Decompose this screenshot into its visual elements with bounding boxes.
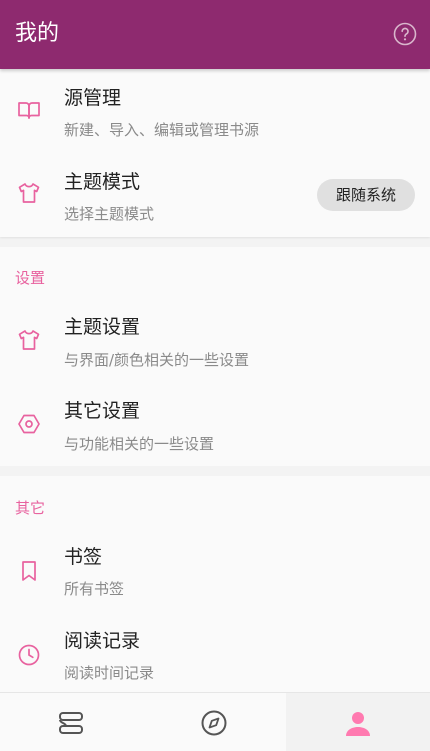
item-subtitle: 与功能相关的一些设置: [64, 435, 215, 453]
item-subtitle: 所有书签: [64, 580, 125, 598]
list-item-source-manage[interactable]: 源管理 新建、导入、编辑或管理书源: [0, 69, 430, 151]
list-item-theme-settings[interactable]: 主题设置 与界面/颜色相关的一些设置: [0, 300, 430, 382]
list-item-bookmarks[interactable]: 书签 所有书签: [0, 529, 430, 611]
item-subtitle: 选择主题模式: [64, 205, 155, 223]
item-subtitle: 新建、导入、编辑或管理书源: [64, 121, 260, 139]
section-main: 源管理 新建、导入、编辑或管理书源 主题模式 选择主题模式 跟随系统: [0, 69, 430, 237]
nav-mine[interactable]: [286, 693, 430, 751]
bookshelf-icon: [59, 712, 83, 734]
compass-icon: [201, 710, 227, 736]
section-header: 其它: [15, 499, 46, 517]
theme-mode-chip[interactable]: 跟随系统: [317, 179, 415, 211]
item-title: 源管理: [64, 87, 122, 109]
list-item-other-settings[interactable]: 其它设置 与功能相关的一些设置: [0, 384, 430, 466]
person-icon: [346, 712, 370, 736]
section-settings: 设置 主题设置 与界面/颜色相关的一些设置 其它设置 与功能相关的一些设置: [0, 247, 430, 466]
shirt-icon: [18, 183, 40, 203]
list-item-reading-history[interactable]: 阅读记录 阅读时间记录: [0, 613, 430, 695]
page-title: 我的: [15, 21, 60, 46]
section-header: 设置: [15, 269, 46, 287]
nav-discover[interactable]: [143, 693, 286, 751]
item-title: 主题设置: [64, 316, 141, 338]
item-title: 阅读记录: [64, 630, 141, 652]
clock-icon: [18, 644, 40, 666]
help-icon[interactable]: [393, 22, 417, 46]
bookmark-icon: [22, 561, 36, 581]
nav-bookshelf[interactable]: [0, 693, 143, 751]
item-subtitle: 阅读时间记录: [64, 664, 155, 682]
app-bar: 我的: [0, 0, 430, 69]
settings-hex-icon: [18, 414, 40, 434]
shirt-icon: [18, 330, 40, 350]
section-other: 其它 书签 所有书签 阅读记录 阅读时间记录: [0, 476, 430, 692]
item-title: 书签: [64, 546, 103, 568]
item-subtitle: 与界面/颜色相关的一些设置: [64, 351, 250, 369]
item-title: 其它设置: [64, 400, 141, 422]
bottom-navigation: [0, 692, 430, 751]
item-title: 主题模式: [64, 171, 141, 193]
book-open-icon: [18, 102, 40, 119]
